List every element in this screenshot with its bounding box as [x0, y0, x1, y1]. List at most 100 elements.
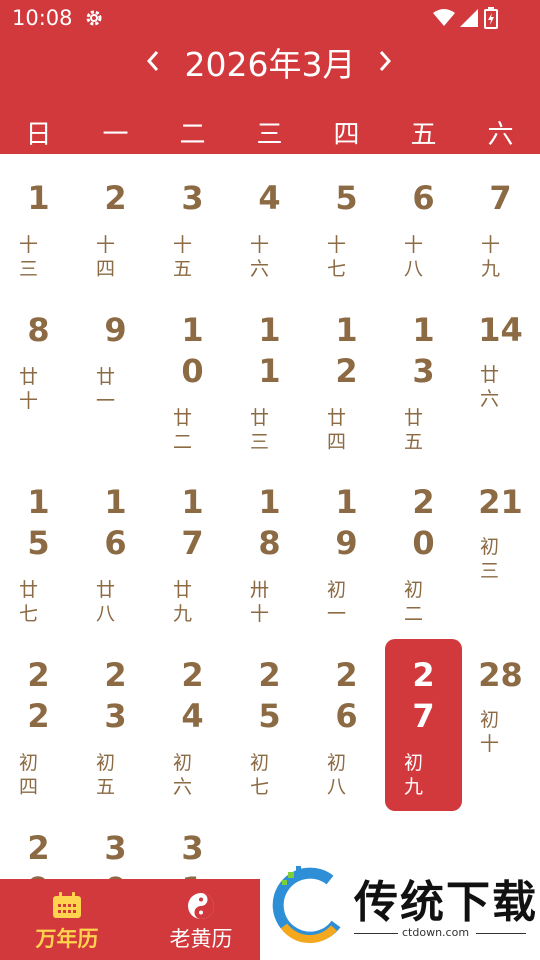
day-cell[interactable]: 10 廿二 [154, 310, 231, 454]
lunar-date: 十七 [327, 234, 347, 280]
day-number: 21 [478, 483, 523, 521]
day-number: 8 [27, 311, 50, 349]
day-cell[interactable]: 15 廿七 [0, 482, 77, 626]
day-cell[interactable]: 7 十九 [462, 178, 539, 281]
day-cell[interactable]: 16 廿八 [77, 482, 154, 626]
day-number: 25 [258, 656, 281, 735]
day-number: 24 [181, 656, 204, 735]
day-cell[interactable]: 14 廿六 [462, 310, 539, 411]
status-icons [400, 7, 500, 29]
watermark-title: 传统下载 [354, 877, 538, 928]
wifi-icon [433, 9, 455, 26]
day-cell[interactable]: 2 十四 [77, 178, 154, 281]
day-cell[interactable]: 27 初九 [385, 655, 462, 799]
day-cell[interactable]: 5 十七 [308, 178, 385, 281]
gear-icon [86, 10, 102, 26]
lunar-date: 初四 [19, 752, 39, 798]
lunar-date: 十三 [19, 234, 39, 280]
day-number: 27 [412, 656, 435, 735]
watermark-sub: ctdown.com [402, 926, 470, 939]
day-number: 9 [104, 311, 127, 349]
day-number: 11 [258, 311, 281, 390]
day-cell[interactable]: 9 廿一 [77, 310, 154, 413]
day-cell[interactable]: 1 十三 [0, 178, 77, 281]
day-number: 6 [412, 179, 435, 217]
day-cell[interactable]: 4 十六 [231, 178, 308, 281]
day-number: 5 [335, 179, 358, 217]
lunar-date: 廿四 [327, 407, 347, 453]
lunar-date: 廿十 [19, 366, 39, 412]
day-cell[interactable]: 28 初十 [462, 655, 539, 756]
lunar-date: 廿七 [19, 579, 39, 625]
chevron-left-icon [146, 51, 159, 71]
day-cell[interactable]: 13 廿五 [385, 310, 462, 454]
day-number: 13 [412, 311, 435, 390]
day-cell[interactable]: 19 初一 [308, 482, 385, 626]
tab-label: 老黄历 [169, 927, 233, 951]
battery-icon [484, 7, 498, 29]
day-number: 23 [104, 656, 127, 735]
signal-icon [460, 9, 478, 27]
next-month-button[interactable] [370, 44, 400, 78]
weekday-label: 四 [333, 120, 360, 150]
day-cell[interactable]: 8 廿十 [0, 310, 77, 413]
prev-month-button[interactable] [138, 44, 168, 78]
lunar-date: 初六 [173, 752, 193, 798]
day-cell[interactable]: 11 廿三 [231, 310, 308, 454]
tab-label: 万年历 [35, 927, 99, 951]
lunar-date: 十六 [250, 234, 270, 280]
day-number: 17 [181, 483, 204, 562]
weekday-label: 二 [179, 120, 206, 150]
day-number: 12 [335, 311, 358, 390]
weekday-label: 六 [487, 120, 514, 150]
chevron-right-icon [379, 51, 392, 71]
day-number: 4 [258, 179, 281, 217]
day-number: 20 [412, 483, 435, 562]
lunar-date: 廿六 [480, 364, 500, 410]
day-number: 22 [27, 656, 50, 735]
lunar-date: 卅十 [250, 579, 270, 625]
bottom-nav: 万年历 老黄历 [0, 879, 260, 960]
day-cell[interactable]: 26 初八 [308, 655, 385, 799]
watermark: 传统下载 ctdown.com [262, 858, 540, 960]
lunar-date: 十九 [481, 234, 501, 280]
day-cell[interactable]: 17 廿九 [154, 482, 231, 626]
lunar-date: 廿五 [404, 407, 424, 453]
day-number: 7 [489, 179, 512, 217]
lunar-date: 初八 [327, 752, 347, 798]
tab-almanac[interactable]: 老黄历 [136, 879, 266, 960]
weekday-label: 三 [256, 120, 283, 150]
day-cell[interactable]: 20 初二 [385, 482, 462, 626]
lunar-date: 十八 [404, 234, 424, 280]
month-title[interactable]: 2026年3月 [170, 38, 370, 86]
status-time: 10:08 [12, 6, 73, 30]
lunar-date: 初十 [480, 709, 500, 755]
lunar-date: 初九 [404, 752, 424, 798]
day-cell[interactable]: 18 卅十 [231, 482, 308, 626]
day-number: 14 [478, 311, 523, 349]
weekday-label: 日 [25, 120, 52, 150]
day-cell[interactable]: 22 初四 [0, 655, 77, 799]
day-cell[interactable]: 21 初三 [462, 482, 539, 583]
day-cell[interactable]: 12 廿四 [308, 310, 385, 454]
day-cell[interactable]: 6 十八 [385, 178, 462, 281]
lunar-date: 十四 [96, 234, 116, 280]
lunar-date: 初二 [404, 579, 424, 625]
day-cell[interactable]: 24 初六 [154, 655, 231, 799]
tab-calendar[interactable]: 万年历 [2, 879, 132, 960]
weekday-label: 五 [410, 120, 437, 150]
day-number: 2 [104, 179, 127, 217]
lunar-date: 廿一 [96, 366, 116, 412]
day-cell[interactable]: 23 初五 [77, 655, 154, 799]
lunar-date: 初三 [480, 536, 500, 582]
day-number: 1 [27, 179, 50, 217]
lunar-date: 廿八 [96, 579, 116, 625]
day-number: 16 [104, 483, 127, 562]
lunar-date: 廿三 [250, 407, 270, 453]
day-number: 10 [181, 311, 204, 390]
day-cell[interactable]: 3 十五 [154, 178, 231, 281]
divider [476, 933, 526, 934]
day-cell[interactable]: 25 初七 [231, 655, 308, 799]
lunar-date: 初五 [96, 752, 116, 798]
day-number: 19 [335, 483, 358, 562]
